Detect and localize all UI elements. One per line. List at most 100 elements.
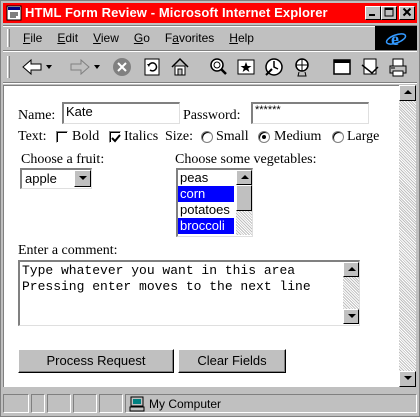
- bold-checkbox[interactable]: [56, 131, 68, 143]
- standard-toolbar: [3, 53, 417, 81]
- ie-throbber-logo: e: [375, 26, 417, 52]
- comment-scroll-down-button[interactable]: [343, 309, 359, 324]
- security-zone-text: My Computer: [149, 397, 222, 411]
- menu-edit[interactable]: Edit: [57, 31, 78, 45]
- clear-fields-button[interactable]: Clear Fields: [178, 349, 286, 373]
- size-large-label: Large: [347, 129, 380, 144]
- refresh-icon: [144, 58, 160, 76]
- home-button[interactable]: [169, 56, 191, 78]
- favorites-button[interactable]: [235, 56, 257, 78]
- veg-option-broccoli[interactable]: broccoli: [178, 218, 234, 234]
- title-bar[interactable]: HTML Form Review - Microsoft Internet Ex…: [3, 3, 417, 23]
- veg-option-potatoes[interactable]: potatoes: [178, 202, 234, 218]
- vegetables-listbox[interactable]: peas corn potatoes broccoli: [176, 168, 253, 237]
- bold-label: Bold: [72, 129, 100, 144]
- arrow-up-icon: [348, 267, 356, 271]
- stop-button[interactable]: [111, 56, 133, 78]
- checkmark-icon: [111, 134, 121, 143]
- name-input[interactable]: Kate: [62, 102, 180, 124]
- name-input-value: Kate: [66, 104, 93, 119]
- arrow-up-icon: [404, 90, 412, 94]
- page-scrollbar[interactable]: [399, 85, 416, 387]
- minimize-icon: [368, 8, 378, 20]
- comment-scrollbar[interactable]: [343, 262, 359, 324]
- veg-option-corn[interactable]: corn: [178, 186, 234, 202]
- page-scroll-track[interactable]: [399, 101, 416, 371]
- fruit-dropdown-button[interactable]: [74, 170, 91, 187]
- mail-button[interactable]: [359, 56, 381, 78]
- page-scroll-up-button[interactable]: [399, 85, 416, 101]
- arrow-up-icon: [241, 175, 249, 179]
- size-large-radio[interactable]: [332, 131, 344, 143]
- fruit-label: Choose a fruit:: [21, 152, 105, 167]
- veg-scroll-thumb[interactable]: [236, 185, 252, 211]
- maximize-button[interactable]: [381, 6, 397, 20]
- name-label: Name:: [18, 108, 56, 123]
- refresh-button[interactable]: [141, 56, 163, 78]
- maximize-icon: [384, 7, 394, 20]
- menu-help[interactable]: Help: [229, 31, 254, 45]
- menu-file[interactable]: File: [23, 31, 42, 45]
- minimize-button[interactable]: [365, 6, 381, 20]
- print-button[interactable]: [387, 56, 409, 78]
- content-top-separator: [3, 82, 417, 84]
- comment-line-2: Pressing enter moves to the next line: [22, 279, 311, 294]
- menu-bar: File Edit View Go Favorites Help: [3, 27, 417, 49]
- channels-icon: [295, 58, 309, 77]
- favorites-icon: [237, 59, 255, 75]
- stop-icon: [113, 58, 131, 76]
- menu-view[interactable]: View: [93, 31, 119, 45]
- status-panel-4: [73, 394, 97, 413]
- channels-button[interactable]: [291, 56, 313, 78]
- svg-text:e: e: [391, 29, 399, 49]
- dropdown-arrow-icon: [79, 176, 87, 180]
- history-button[interactable]: [263, 56, 285, 78]
- veg-option-peas[interactable]: peas: [178, 170, 234, 186]
- back-icon: [22, 58, 52, 76]
- browser-window: HTML Form Review - Microsoft Internet Ex…: [0, 0, 420, 417]
- search-button[interactable]: [207, 56, 229, 78]
- fullscreen-icon: [333, 59, 351, 75]
- password-input[interactable]: ******: [251, 102, 369, 124]
- search-icon: [210, 58, 227, 75]
- page-content: Name: Kate Password: ****** Text: Bold I…: [3, 85, 399, 387]
- size-small-label: Small: [216, 129, 249, 144]
- italics-checkbox[interactable]: [109, 131, 121, 143]
- status-panel-5: [99, 394, 123, 413]
- menu-favorites[interactable]: Favorites: [165, 31, 214, 45]
- fullscreen-button[interactable]: [331, 56, 353, 78]
- close-icon: [402, 7, 412, 20]
- comment-label: Enter a comment:: [18, 243, 118, 258]
- status-panel-1: [3, 394, 29, 413]
- arrow-down-icon: [404, 376, 412, 380]
- print-icon: [389, 58, 407, 77]
- password-label: Password:: [183, 108, 241, 123]
- size-label: Size:: [165, 129, 193, 144]
- forward-button[interactable]: [67, 56, 103, 78]
- comment-line-1: Type whatever you want in this area: [22, 263, 296, 278]
- menu-grip[interactable]: [7, 29, 10, 47]
- fruit-select-value: apple: [25, 171, 57, 186]
- vegetables-scrollbar[interactable]: [236, 170, 252, 235]
- comment-textarea[interactable]: Type whatever you want in this area Pres…: [18, 260, 360, 326]
- size-small-radio[interactable]: [201, 131, 213, 143]
- forward-icon: [70, 58, 100, 76]
- history-icon: [265, 58, 283, 76]
- window-title: HTML Form Review - Microsoft Internet Ex…: [25, 5, 328, 20]
- menu-go[interactable]: Go: [134, 31, 150, 45]
- veg-scroll-up-button[interactable]: [236, 170, 252, 185]
- status-panel-2: [31, 394, 45, 413]
- close-button[interactable]: [399, 6, 415, 20]
- password-input-value: ******: [255, 104, 281, 116]
- back-button[interactable]: [19, 56, 55, 78]
- text-label: Text:: [18, 129, 47, 144]
- process-request-button[interactable]: Process Request: [18, 349, 174, 373]
- comment-scroll-up-button[interactable]: [343, 262, 359, 277]
- toolbar-top-separator: [3, 50, 417, 52]
- italics-label: Italics: [124, 129, 159, 144]
- size-medium-radio[interactable]: [258, 131, 270, 143]
- page-scroll-down-button[interactable]: [399, 371, 416, 387]
- ie-e-icon: e: [385, 29, 407, 49]
- fruit-select[interactable]: apple: [20, 168, 92, 189]
- toolbar-grip[interactable]: [7, 56, 10, 78]
